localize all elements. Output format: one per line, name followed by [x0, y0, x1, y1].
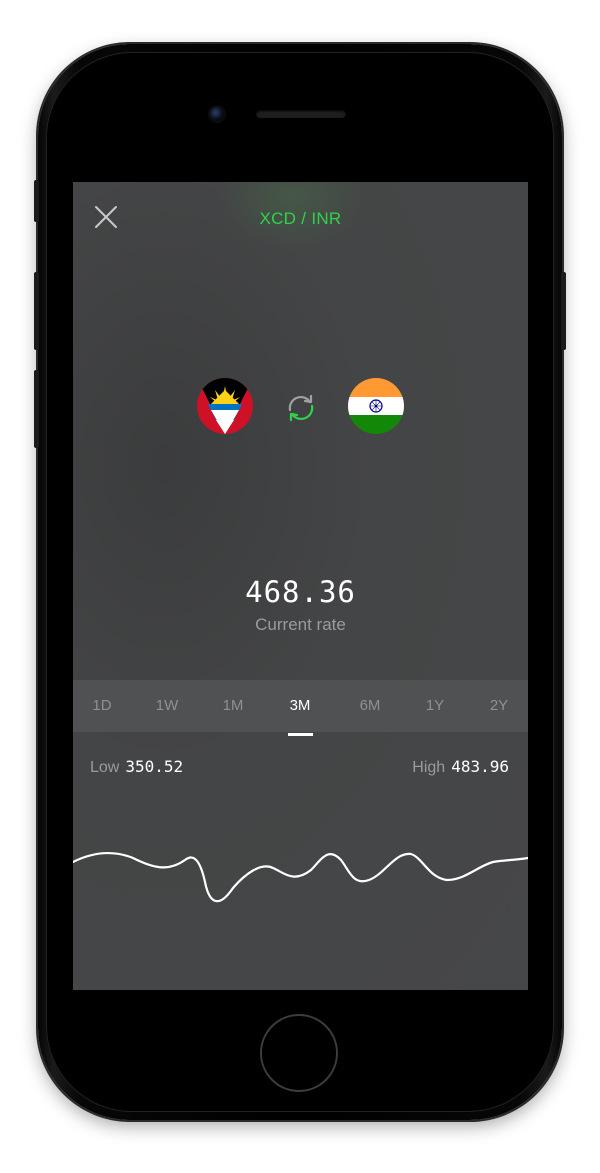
volume-up-button — [34, 272, 39, 350]
tab-1d[interactable]: 1D — [77, 680, 127, 732]
period-tabs: 1D 1W 1M 3M 6M 1Y 2Y — [73, 680, 528, 732]
low-value: 350.52 — [125, 757, 184, 776]
tab-3m[interactable]: 3M — [275, 680, 325, 732]
app-screen: XCD / INR 468.36 Current rate 1D 1W 1M 3… — [73, 182, 528, 990]
active-tab-indicator — [288, 733, 313, 736]
low-label: Low — [90, 759, 120, 776]
page-title: XCD / INR — [259, 209, 342, 228]
antigua-and-barbuda-flag[interactable] — [197, 378, 253, 434]
low-stat: Low 350.52 — [90, 757, 183, 777]
current-rate-label: Current rate — [255, 615, 346, 634]
high-stat: High 483.96 — [412, 757, 509, 777]
front-camera — [210, 107, 224, 121]
rate-history-chart — [73, 851, 528, 903]
high-value: 483.96 — [451, 757, 509, 776]
india-flag[interactable] — [348, 378, 404, 434]
volume-down-button — [34, 370, 39, 448]
tab-1y[interactable]: 1Y — [410, 680, 460, 732]
tab-1m[interactable]: 1M — [208, 680, 258, 732]
swap-arrows-icon[interactable] — [283, 390, 319, 426]
high-label: High — [412, 759, 446, 776]
tab-6m[interactable]: 6M — [345, 680, 395, 732]
current-rate-value: 468.36 — [245, 575, 356, 609]
tab-2y[interactable]: 2Y — [474, 680, 524, 732]
stage: XCD / INR 468.36 Current rate 1D 1W 1M 3… — [0, 0, 600, 1173]
rate-line — [73, 851, 528, 903]
power-button — [561, 272, 566, 350]
earpiece-speaker — [256, 110, 346, 118]
mute-switch — [34, 180, 39, 222]
tab-1w[interactable]: 1W — [142, 680, 192, 732]
home-button[interactable] — [260, 1014, 338, 1092]
